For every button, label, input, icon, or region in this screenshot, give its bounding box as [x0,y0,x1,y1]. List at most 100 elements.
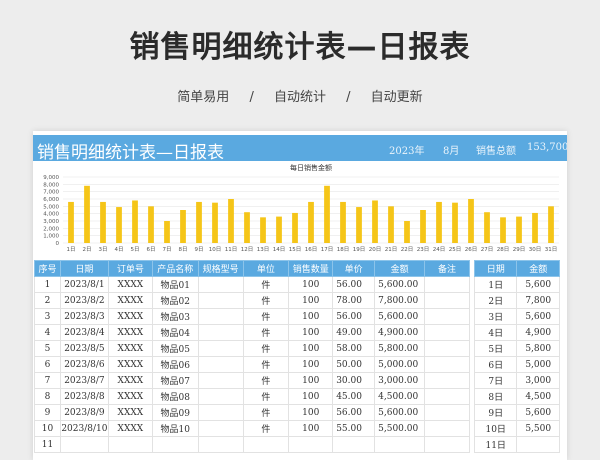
table-cell[interactable]: 物品02 [151,292,199,309]
table-cell[interactable]: 件 [242,292,290,309]
table-cell[interactable]: 100 [288,372,334,389]
table-cell[interactable]: XXXX [107,388,153,405]
table-cell[interactable]: 件 [242,420,290,437]
table-cell[interactable]: 物品05 [151,340,199,357]
table-cell[interactable] [197,420,244,437]
table-cell[interactable]: 9 [34,404,61,421]
table-cell[interactable]: 件 [242,340,290,357]
table-cell[interactable] [197,404,244,421]
table-cell[interactable]: 件 [242,404,290,421]
table-cell[interactable]: 件 [242,276,290,293]
table-cell[interactable]: 7 [34,372,61,389]
table-cell[interactable]: 5,800.00 [374,340,426,357]
summary-cell[interactable]: 8日 [473,388,518,405]
summary-cell[interactable]: 3日 [473,308,518,325]
table-cell[interactable] [288,436,334,453]
table-cell[interactable] [59,436,109,453]
table-cell[interactable]: 100 [288,404,334,421]
table-cell[interactable]: 5 [34,340,61,357]
table-cell[interactable]: 7,800.00 [374,292,426,309]
table-cell[interactable]: 100 [288,276,334,293]
table-cell[interactable] [424,372,470,389]
table-cell[interactable]: 物品06 [151,356,199,373]
summary-cell[interactable]: 4日 [473,324,518,341]
table-cell[interactable] [424,356,470,373]
table-cell[interactable] [424,324,470,341]
table-cell[interactable]: 2023/8/8 [59,388,109,405]
table-cell[interactable]: XXXX [107,372,153,389]
summary-cell[interactable]: 3,000 [516,372,560,389]
table-cell[interactable]: 件 [242,388,290,405]
table-cell[interactable]: 物品07 [151,372,199,389]
summary-cell[interactable]: 5,500 [516,420,560,437]
table-cell[interactable] [107,436,153,453]
table-cell[interactable]: 1 [34,276,61,293]
table-cell[interactable]: 100 [288,308,334,325]
table-cell[interactable]: 物品04 [151,324,199,341]
table-cell[interactable]: 11 [34,436,61,453]
summary-cell[interactable]: 7日 [473,372,518,389]
table-cell[interactable]: 2023/8/10 [59,420,109,437]
table-cell[interactable] [374,436,426,453]
table-cell[interactable]: XXXX [107,276,153,293]
table-cell[interactable]: 56.00 [332,276,376,293]
table-cell[interactable] [424,420,470,437]
summary-cell[interactable]: 4,900 [516,324,560,341]
table-cell[interactable]: 45.00 [332,388,376,405]
table-cell[interactable]: 56.00 [332,308,376,325]
summary-cell[interactable]: 1日 [473,276,518,293]
table-cell[interactable]: 5,600.00 [374,276,426,293]
summary-cell[interactable]: 5,600 [516,404,560,421]
summary-cell[interactable]: 5,800 [516,340,560,357]
year-cell[interactable]: 2023年 [389,142,424,157]
table-cell[interactable] [424,404,470,421]
table-cell[interactable] [197,276,244,293]
table-cell[interactable]: 件 [242,372,290,389]
table-cell[interactable]: 3 [34,308,61,325]
table-cell[interactable]: 物品08 [151,388,199,405]
table-cell[interactable]: XXXX [107,420,153,437]
table-cell[interactable]: XXXX [107,292,153,309]
summary-cell[interactable]: 5日 [473,340,518,357]
table-cell[interactable]: 5,000.00 [374,356,426,373]
table-cell[interactable]: 100 [288,356,334,373]
table-cell[interactable]: 78.00 [332,292,376,309]
table-cell[interactable]: 5,500.00 [374,420,426,437]
table-cell[interactable] [424,276,470,293]
table-cell[interactable]: 件 [242,324,290,341]
table-cell[interactable]: 2023/8/1 [59,276,109,293]
summary-cell[interactable] [516,436,560,453]
table-cell[interactable]: 物品01 [151,276,199,293]
table-cell[interactable]: 8 [34,388,61,405]
table-cell[interactable]: 物品10 [151,420,199,437]
table-cell[interactable]: 件 [242,356,290,373]
table-cell[interactable]: 10 [34,420,61,437]
summary-cell[interactable]: 10日 [473,420,518,437]
summary-cell[interactable]: 6日 [473,356,518,373]
summary-cell[interactable]: 2日 [473,292,518,309]
summary-cell[interactable]: 7,800 [516,292,560,309]
table-cell[interactable]: XXXX [107,356,153,373]
table-cell[interactable]: 100 [288,340,334,357]
table-cell[interactable] [424,436,470,453]
table-cell[interactable] [197,340,244,357]
table-cell[interactable]: 55.00 [332,420,376,437]
table-cell[interactable]: 物品03 [151,308,199,325]
table-cell[interactable]: 2023/8/6 [59,356,109,373]
table-cell[interactable] [424,388,470,405]
table-cell[interactable]: 58.00 [332,340,376,357]
table-cell[interactable]: 件 [242,308,290,325]
table-cell[interactable]: 4,900.00 [374,324,426,341]
table-cell[interactable]: 2 [34,292,61,309]
summary-cell[interactable]: 11日 [473,436,518,453]
table-cell[interactable]: 2023/8/5 [59,340,109,357]
table-cell[interactable]: 2023/8/3 [59,308,109,325]
summary-cell[interactable]: 9日 [473,404,518,421]
table-cell[interactable] [424,308,470,325]
table-cell[interactable] [151,436,199,453]
month-cell[interactable]: 8月 [443,142,459,157]
summary-cell[interactable]: 5,600 [516,276,560,293]
table-cell[interactable]: XXXX [107,308,153,325]
table-cell[interactable]: 物品09 [151,404,199,421]
table-cell[interactable]: 3,000.00 [374,372,426,389]
